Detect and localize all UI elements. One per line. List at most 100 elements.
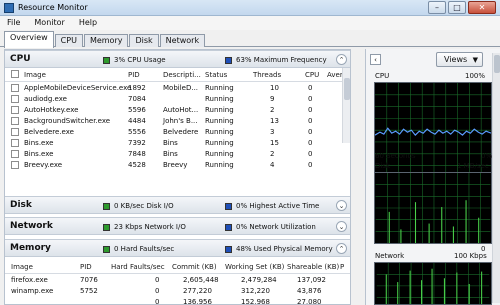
collapse-graphs-icon[interactable]: ‹ bbox=[370, 54, 381, 65]
row-checkbox[interactable] bbox=[11, 150, 19, 158]
graphs-scroll-thumb[interactable] bbox=[494, 55, 500, 73]
table-row[interactable]: 0 136,956 152,968 27,080 bbox=[5, 297, 350, 305]
mem-col-image[interactable]: Image bbox=[11, 263, 33, 271]
title-bar: Resource Monitor – □ ✕ bbox=[0, 0, 500, 16]
process-status: Running bbox=[205, 84, 234, 92]
row-checkbox[interactable] bbox=[11, 117, 19, 125]
tab-overview[interactable]: Overview bbox=[4, 31, 54, 48]
mem-col-shareable[interactable]: Shareable (KB) bbox=[287, 263, 339, 271]
row-checkbox[interactable] bbox=[11, 106, 19, 114]
process-status: Running bbox=[205, 106, 234, 114]
mem-col-commit[interactable]: Commit (KB) bbox=[172, 263, 217, 271]
mem-working-set: 312,220 bbox=[241, 287, 270, 295]
collapse-cpu-icon[interactable]: ⌃ bbox=[336, 54, 347, 65]
memory-faults-stat: 0 Hard Faults/sec bbox=[103, 245, 174, 253]
tab-disk[interactable]: Disk bbox=[129, 34, 159, 47]
mem-col-private[interactable]: P bbox=[340, 263, 344, 271]
process-cpu: 0 bbox=[308, 150, 313, 158]
mem-commit: 277,220 bbox=[183, 287, 212, 295]
col-image[interactable]: Image bbox=[24, 71, 46, 79]
table-row[interactable]: Bins.exe 7848 Bins Running 2 0 bbox=[5, 149, 350, 160]
process-image: audiodg.exe bbox=[24, 95, 67, 103]
graphs-pane: ‹ Views ▼ CPU 100% 60 Seconds 0% Disk 1 … bbox=[365, 49, 500, 305]
table-row[interactable]: AutoHotkey.exe 5596 AutoHot... Running 2 0 bbox=[5, 105, 350, 116]
table-row[interactable]: AppleMobileDeviceService.exe 1892 MobileD.… bbox=[5, 83, 350, 94]
network-io-swatch bbox=[103, 223, 110, 231]
cpu-section-header[interactable]: CPU 3% CPU Usage 63% Maximum Frequency ⌃ bbox=[5, 50, 350, 68]
network-section-title: Network bbox=[10, 221, 53, 231]
memory-used-text: 48% Used Physical Memory bbox=[236, 245, 333, 253]
table-row[interactable]: winamp.exe 5752 0 277,220 312,220 43,876 bbox=[5, 286, 350, 297]
tab-memory[interactable]: Memory bbox=[83, 34, 129, 47]
process-description: Bins bbox=[163, 139, 178, 147]
mem-shareable: 27,080 bbox=[297, 298, 322, 305]
minimize-button[interactable]: – bbox=[428, 1, 446, 14]
tab-network[interactable]: Network bbox=[159, 34, 206, 47]
row-checkbox[interactable] bbox=[11, 128, 19, 136]
maximize-button[interactable]: □ bbox=[448, 1, 466, 14]
mem-shareable: 137,092 bbox=[297, 276, 326, 284]
process-image: Bins.exe bbox=[24, 150, 54, 158]
table-row[interactable]: Bins.exe 7392 Bins Running 15 0 bbox=[5, 138, 350, 149]
mem-image: winamp.exe bbox=[11, 287, 54, 295]
process-description: Breevy bbox=[163, 161, 188, 169]
close-button[interactable]: ✕ bbox=[468, 1, 496, 14]
col-cpu[interactable]: CPU bbox=[305, 71, 319, 79]
disk-io-text: 0 KB/sec Disk I/O bbox=[114, 202, 174, 210]
process-description: Bins bbox=[163, 150, 178, 158]
table-row[interactable]: audiodg.exe 7084 Running 9 0 bbox=[5, 94, 350, 105]
process-image: Belvedere.exe bbox=[24, 128, 74, 136]
mem-commit: 2,605,448 bbox=[183, 276, 219, 284]
col-pid[interactable]: PID bbox=[128, 71, 140, 79]
cpu-scroll-thumb[interactable] bbox=[344, 78, 350, 100]
tab-cpu[interactable]: CPU bbox=[54, 34, 83, 47]
cpu-graph-min: 0% bbox=[481, 152, 493, 160]
expand-network-icon[interactable]: ⌄ bbox=[336, 221, 347, 232]
graphs-scrollbar[interactable] bbox=[492, 53, 500, 303]
cpu-scrollbar[interactable] bbox=[342, 68, 350, 143]
views-button[interactable]: Views ▼ bbox=[436, 52, 483, 67]
select-all-checkbox[interactable] bbox=[11, 70, 19, 78]
disk-section-title: Disk bbox=[10, 200, 32, 210]
process-threads: 13 bbox=[270, 117, 279, 125]
row-checkbox[interactable] bbox=[11, 139, 19, 147]
row-checkbox[interactable] bbox=[11, 84, 19, 92]
menu-monitor[interactable]: Monitor bbox=[27, 16, 71, 30]
mem-col-working-set[interactable]: Working Set (KB) bbox=[225, 263, 284, 271]
process-image: AppleMobileDeviceService.exe bbox=[24, 84, 132, 92]
disk-active-swatch bbox=[225, 202, 232, 210]
network-section-header[interactable]: Network 23 Kbps Network I/O 0% Network U… bbox=[5, 217, 350, 235]
row-checkbox[interactable] bbox=[11, 95, 19, 103]
process-pid: 5556 bbox=[128, 128, 146, 136]
mem-hard-faults: 0 bbox=[155, 287, 160, 295]
cpu-graph-max: 100% bbox=[465, 72, 486, 80]
table-row[interactable]: Breevy.exe 4528 Breevy Running 4 0 bbox=[5, 160, 350, 171]
process-description: John's B... bbox=[163, 117, 198, 125]
menu-help[interactable]: Help bbox=[72, 16, 104, 30]
mem-col-pid[interactable]: PID bbox=[80, 263, 92, 271]
mem-hard-faults: 0 bbox=[155, 276, 160, 284]
mem-hard-faults: 0 bbox=[155, 298, 160, 305]
views-label: Views bbox=[444, 55, 468, 64]
process-threads: 2 bbox=[270, 106, 275, 114]
process-threads: 10 bbox=[270, 84, 279, 92]
row-checkbox[interactable] bbox=[11, 161, 19, 169]
mem-col-hard-faults[interactable]: Hard Faults/sec bbox=[111, 263, 165, 271]
process-threads: 2 bbox=[270, 150, 275, 158]
menu-file[interactable]: File bbox=[0, 16, 27, 30]
expand-disk-icon[interactable]: ⌄ bbox=[336, 200, 347, 211]
col-threads[interactable]: Threads bbox=[253, 71, 281, 79]
graphs-toolbar: ‹ Views ▼ bbox=[366, 52, 500, 68]
disk-section-header[interactable]: Disk 0 KB/sec Disk I/O 0% Highest Active… bbox=[5, 196, 350, 214]
col-status[interactable]: Status bbox=[205, 71, 227, 79]
table-row[interactable]: Belvedere.exe 5556 Belvedere Running 3 0 bbox=[5, 127, 350, 138]
process-cpu: 0 bbox=[308, 84, 313, 92]
memory-faults-text: 0 Hard Faults/sec bbox=[114, 245, 175, 253]
memory-section-header[interactable]: Memory 0 Hard Faults/sec 48% Used Physic… bbox=[5, 239, 350, 257]
process-status: Running bbox=[205, 128, 234, 136]
col-description[interactable]: Descripti... bbox=[163, 71, 201, 79]
process-status: Running bbox=[205, 161, 234, 169]
collapse-memory-icon[interactable]: ⌃ bbox=[336, 243, 347, 254]
table-row[interactable]: BackgroundSwitcher.exe 4484 John's B... Run… bbox=[5, 116, 350, 127]
table-row[interactable]: firefox.exe 7076 0 2,605,448 2,479,284 137,09… bbox=[5, 275, 350, 286]
